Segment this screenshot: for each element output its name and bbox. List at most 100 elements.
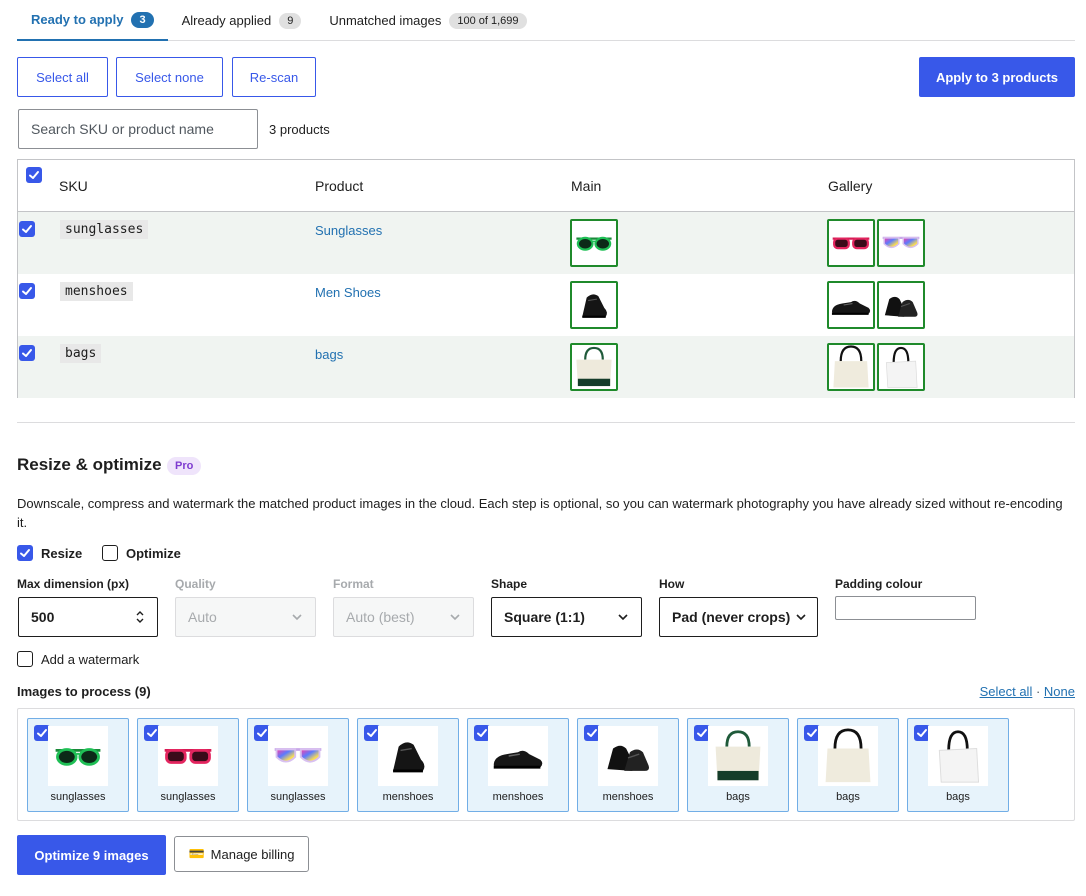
section-description: Downscale, compress and watermark the ma… [17,496,1063,530]
image-label: menshoes [382,791,434,803]
spinner-icon[interactable] [135,609,145,625]
optimize-checkbox[interactable] [102,545,118,561]
image-card[interactable]: menshoes [577,718,679,812]
quality-label: Quality [175,577,216,591]
image-card[interactable]: menshoes [357,718,459,812]
format-label: Format [333,577,374,591]
sku-code: menshoes [60,282,133,301]
image-preview [378,726,438,786]
apply-products-button[interactable]: Apply to 3 products [919,57,1075,97]
how-select[interactable]: Pad (never crops) [659,597,818,637]
image-card[interactable]: sunglasses [27,718,129,812]
tab-label: Already applied [181,13,272,28]
main-image-thumbnail[interactable] [570,343,618,391]
table-row: sunglasses Sunglasses [18,212,1074,274]
quality-select: Auto [175,597,316,637]
gallery-image-thumbnail[interactable] [877,343,925,391]
chevron-down-icon [617,611,629,623]
section-divider [17,422,1075,423]
max-dimension-value: 500 [31,609,55,625]
gallery-image-thumbnail[interactable] [877,281,925,329]
resize-toggle[interactable]: Resize [17,545,82,561]
image-card[interactable]: sunglasses [137,718,239,812]
optimize-images-button[interactable]: Optimize 9 images [17,835,166,875]
image-card[interactable]: bags [687,718,789,812]
image-label: sunglasses [50,791,106,803]
gallery-image-thumbnail[interactable] [827,219,875,267]
row-checkbox[interactable] [19,221,35,237]
row-checkbox[interactable] [19,345,35,361]
product-link[interactable]: bags [315,347,343,362]
watermark-toggle[interactable]: Add a watermark [17,651,139,667]
section-title: Resize & optimize [17,455,162,474]
shape-value: Square (1:1) [504,609,585,625]
tab-bar: Ready to apply 3 Already applied 9 Unmat… [17,0,1075,41]
select-none-images-link[interactable]: None [1044,684,1075,699]
table-row: bags bags [18,336,1074,398]
search-input[interactable] [18,109,258,149]
row-checkbox[interactable] [19,283,35,299]
how-label: How [659,577,685,591]
image-card[interactable]: bags [907,718,1009,812]
quality-value: Auto [188,609,217,625]
product-link[interactable]: Sunglasses [315,223,382,238]
image-preview [158,726,218,786]
link-separator: · [1035,684,1041,699]
tab-count-badge: 3 [131,11,154,28]
rescan-button[interactable]: Re-scan [232,57,316,97]
products-table: SKU Product Main Gallery sunglasses Sung… [17,159,1075,398]
how-value: Pad (never crops) [672,609,791,625]
column-header-gallery: Gallery [828,178,873,194]
format-select: Auto (best) [333,597,474,637]
image-label: menshoes [602,791,654,803]
shape-select[interactable]: Square (1:1) [491,597,642,637]
gallery-image-thumbnail[interactable] [827,281,875,329]
select-all-button[interactable]: Select all [17,57,108,97]
main-image-thumbnail[interactable] [570,281,618,329]
resize-checkbox[interactable] [17,545,33,561]
watermark-checkbox[interactable] [17,651,33,667]
process-selection-links: Select all · None [980,684,1075,699]
select-all-checkbox[interactable] [26,167,42,183]
chevron-down-icon [795,611,807,623]
manage-billing-button[interactable]: 💳 Manage billing [174,836,309,872]
image-label: sunglasses [160,791,216,803]
max-dimension-input[interactable]: 500 [18,597,158,637]
image-label: bags [836,791,860,803]
select-all-images-link[interactable]: Select all [980,684,1033,699]
gallery-image-thumbnail[interactable] [877,219,925,267]
tab-ready-to-apply[interactable]: Ready to apply 3 [17,0,168,41]
tab-label: Ready to apply [31,12,124,27]
image-card[interactable]: sunglasses [247,718,349,812]
resize-label: Resize [41,545,83,561]
image-preview [708,726,768,786]
tab-unmatched-images[interactable]: Unmatched images 100 of 1,699 [315,0,540,41]
shape-label: Shape [491,577,528,591]
products-count: 3 products [269,122,330,137]
tab-count-badge: 100 of 1,699 [449,12,527,29]
image-preview [48,726,108,786]
sku-code: sunglasses [60,220,149,239]
column-header-main: Main [571,178,602,194]
tab-already-applied[interactable]: Already applied 9 [168,0,316,41]
table-row: menshoes Men Shoes [18,274,1074,336]
image-preview [818,726,878,786]
padding-colour-label: Padding colour [835,577,923,591]
chevron-down-icon [449,611,461,623]
select-none-button[interactable]: Select none [116,57,223,97]
pro-badge: Pro [167,457,202,475]
table-header: SKU Product Main Gallery [18,160,1074,212]
images-to-process-grid: sunglasses sunglasses sunglasses menshoe… [17,708,1075,821]
image-card[interactable]: menshoes [467,718,569,812]
image-label: bags [946,791,970,803]
gallery-image-thumbnail[interactable] [827,343,875,391]
optimize-label: Optimize [126,545,181,561]
main-image-thumbnail[interactable] [570,219,618,267]
format-value: Auto (best) [346,609,415,625]
optimize-toggle[interactable]: Optimize [102,545,181,561]
padding-colour-input[interactable] [835,596,976,620]
image-card[interactable]: bags [797,718,899,812]
product-link[interactable]: Men Shoes [315,285,381,300]
chevron-down-icon [291,611,303,623]
watermark-label: Add a watermark [41,651,140,667]
